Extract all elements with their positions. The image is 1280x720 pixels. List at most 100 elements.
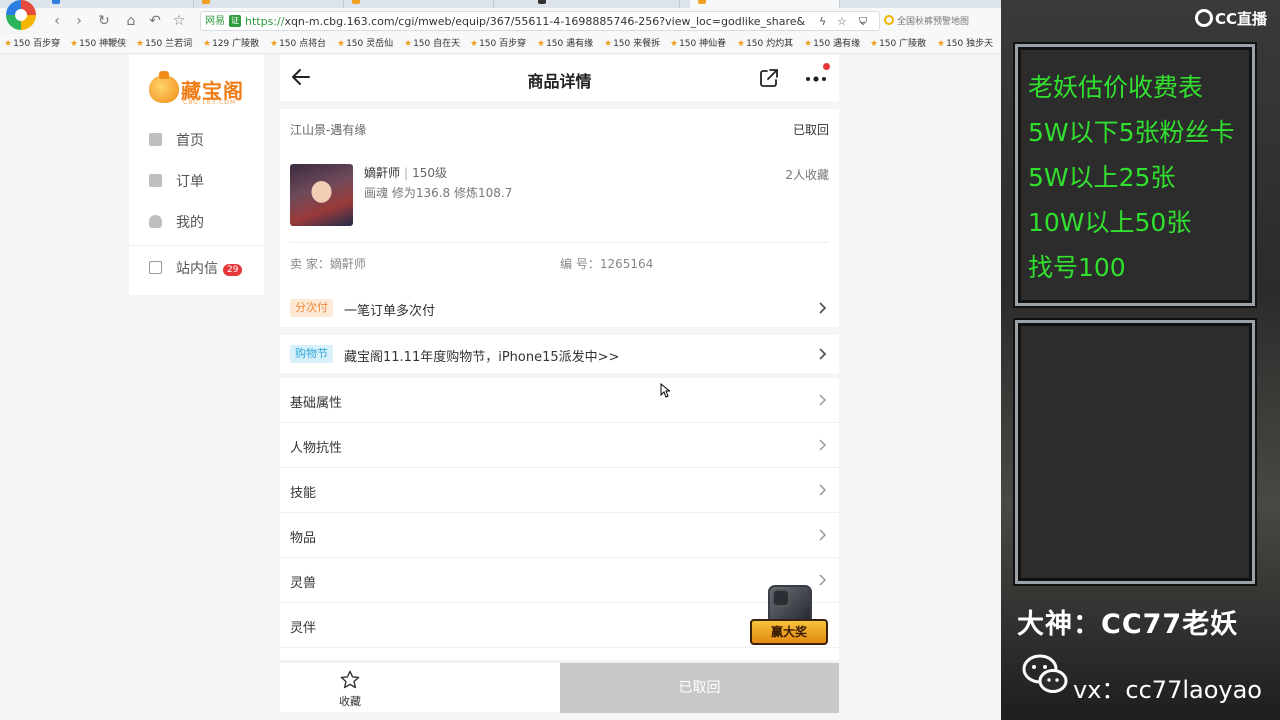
logo-subtext: CBG.163.COM [183, 99, 237, 106]
page: 藏宝阁 CBG.163.COM 首页 订单 我的 站内信 29 商品详情 江山景… [0, 55, 1001, 720]
bookmark-item[interactable]: ★150 百步穿 [4, 38, 60, 50]
browser-logo-icon [6, 0, 36, 30]
sidebar-item-home[interactable]: 首页 [149, 130, 204, 152]
url-text: https://xqn-m.cbg.163.com/cgi/mweb/equip… [245, 15, 805, 28]
bookmark-item[interactable]: ★150 点将台 [270, 38, 326, 50]
promo-tag: 分次付 [290, 299, 333, 317]
attribute-label: 灵伴 [290, 621, 317, 636]
bookmark-item[interactable]: ★150 百步穿 [470, 38, 526, 50]
bookmark-icon: ★ [604, 39, 613, 49]
search-hint[interactable]: 全国秋裤预警地图 [884, 14, 969, 27]
promo-text: 藏宝阁11.11年度购物节，iPhone15派发中>> [344, 350, 620, 365]
bookmark-item[interactable]: ★150 遇有缘 [804, 38, 860, 50]
cbg-logo[interactable]: 藏宝阁 CBG.163.COM [147, 69, 247, 109]
attribute-label: 技能 [290, 486, 317, 501]
star-outline-icon [340, 670, 360, 689]
bookmark-icon: ★ [136, 39, 145, 49]
bookmarks-bar: ★150 百步穿 ★150 神鞭侠 ★150 兰若词 ★129 广陵散 ★150 点将台… [0, 34, 1001, 54]
order-icon [149, 174, 162, 187]
treasure-bag-icon [149, 71, 179, 103]
address-bar: ‹ › ↻ ⌂ ↶ ☆ 网易 证 https://xqn-m.cbg.163.c… [40, 8, 1001, 34]
share-icon[interactable] [758, 67, 780, 89]
bookmark-item[interactable]: ★150 灵岳仙 [337, 38, 393, 50]
divider [129, 245, 264, 246]
attribute-label: 基础属性 [290, 396, 343, 411]
item-status: 已取回 [792, 123, 829, 137]
chevron-right-icon [819, 439, 827, 451]
chevron-right-icon [819, 348, 827, 360]
bookmark-item[interactable]: ★150 神仙眷 [670, 38, 726, 50]
attribute-label: 灵兽 [290, 576, 317, 591]
mouse-cursor-icon [660, 383, 670, 398]
lightning-icon[interactable]: ϟ [819, 15, 826, 28]
prize-floating-button[interactable]: 赢大奖 [750, 585, 830, 649]
bookmark-icon: ★ [870, 39, 879, 49]
undo-icon[interactable]: ↶ [146, 12, 164, 30]
attribute-row[interactable]: 技能 [280, 468, 839, 513]
bookmark-item[interactable]: ★150 遇有缘 [537, 38, 593, 50]
browser-tab[interactable] [530, 0, 680, 8]
sidebar: 藏宝阁 CBG.163.COM 首页 订单 我的 站内信 29 [129, 55, 264, 295]
fee-panel: 老妖估价收费表 5W以下5张粉丝卡 5W以上25张 10W以上50张 找号100 [1015, 44, 1255, 306]
bookmark-item[interactable]: ★150 来餐拆 [604, 38, 660, 50]
bookmark-star-icon[interactable]: ☆ [837, 15, 847, 28]
bookmark-item[interactable]: ★150 灼灼其 [737, 38, 793, 50]
browser-tab-active[interactable] [690, 0, 840, 8]
promo-shopping-festival[interactable]: 购物节 藏宝阁11.11年度购物节，iPhone15派发中>> [280, 335, 839, 373]
retrieved-button[interactable]: 已取回 [560, 663, 839, 713]
home-icon[interactable]: ⌂ [122, 12, 140, 30]
sidebar-item-messages[interactable]: 站内信 29 [149, 258, 243, 280]
favorites-count: 2人收藏 [785, 168, 829, 182]
sidebar-item-mine[interactable]: 我的 [149, 212, 204, 234]
fee-line: 10W以上50张 [1028, 208, 1192, 237]
search-engine-icon [884, 15, 894, 25]
attribute-row[interactable]: 人物抗性 [280, 423, 839, 468]
sidebar-item-orders[interactable]: 订单 [149, 171, 204, 193]
browser-tab[interactable] [344, 0, 494, 8]
favorite-star-icon[interactable]: ☆ [170, 12, 188, 30]
bookmark-icon: ★ [337, 39, 346, 49]
favorite-button[interactable]: 收藏 [280, 663, 420, 713]
bookmark-item[interactable]: ★150 自在天 [404, 38, 460, 50]
bookmark-item[interactable]: ★150 广陵散 [870, 38, 926, 50]
back-nav-icon[interactable]: ‹ [48, 12, 66, 30]
dropdown-chevron-icon[interactable]: ⌄ [858, 14, 867, 27]
browser-tab[interactable] [194, 0, 344, 8]
bookmark-item[interactable]: ★150 独步天 [937, 38, 993, 50]
bookmark-item[interactable]: ★129 广陵散 [203, 38, 259, 50]
bookmark-item[interactable]: ★150 神鞭侠 [70, 38, 126, 50]
verified-badge-icon: 证 [229, 15, 241, 27]
promo-text: 一笔订单多次付 [344, 304, 436, 319]
attribute-label: 人物抗性 [290, 441, 343, 456]
unread-badge: 29 [223, 264, 243, 276]
notification-dot [823, 63, 830, 70]
url-input[interactable]: 网易 证 https://xqn-m.cbg.163.com/cgi/mweb/… [200, 11, 880, 31]
bookmark-icon: ★ [470, 39, 479, 49]
character-role: 嫡鼾师 | 150级 [364, 166, 447, 180]
fee-line: 找号100 [1028, 253, 1126, 282]
attribute-row[interactable]: 基础属性 [280, 378, 839, 423]
more-icon[interactable] [804, 71, 828, 87]
cc-logo-icon [1195, 9, 1213, 27]
forward-nav-icon[interactable]: › [70, 12, 88, 30]
attribute-row[interactable]: 物品 [280, 513, 839, 558]
cc-live-logo: CC直播 [1195, 8, 1267, 29]
browser-tab[interactable] [44, 0, 194, 8]
browser-window: ‹ › ↻ ⌂ ↶ ☆ 网易 证 https://xqn-m.cbg.163.c… [0, 0, 1001, 720]
favorite-label: 收藏 [339, 695, 361, 708]
chevron-right-icon [819, 484, 827, 496]
seller: 卖 家：嫡鼾师 [290, 257, 366, 271]
refresh-icon[interactable]: ↻ [95, 12, 113, 30]
bookmark-icon: ★ [70, 39, 79, 49]
fee-line: 5W以下5张粉丝卡 [1028, 118, 1235, 147]
fee-line: 老妖估价收费表 [1028, 73, 1204, 102]
mail-icon [149, 261, 162, 274]
character-avatar[interactable] [290, 164, 353, 226]
page-title: 商品详情 [527, 72, 592, 91]
chevron-right-icon [819, 394, 827, 406]
bookmark-item[interactable]: ★150 兰若词 [136, 38, 192, 50]
streamer-name: 大神：CC77老妖 [1017, 609, 1239, 640]
bookmark-icon: ★ [537, 39, 546, 49]
promo-installment[interactable]: 分次付 一笔订单多次付 [280, 289, 839, 327]
wechat-icon [1022, 654, 1068, 693]
